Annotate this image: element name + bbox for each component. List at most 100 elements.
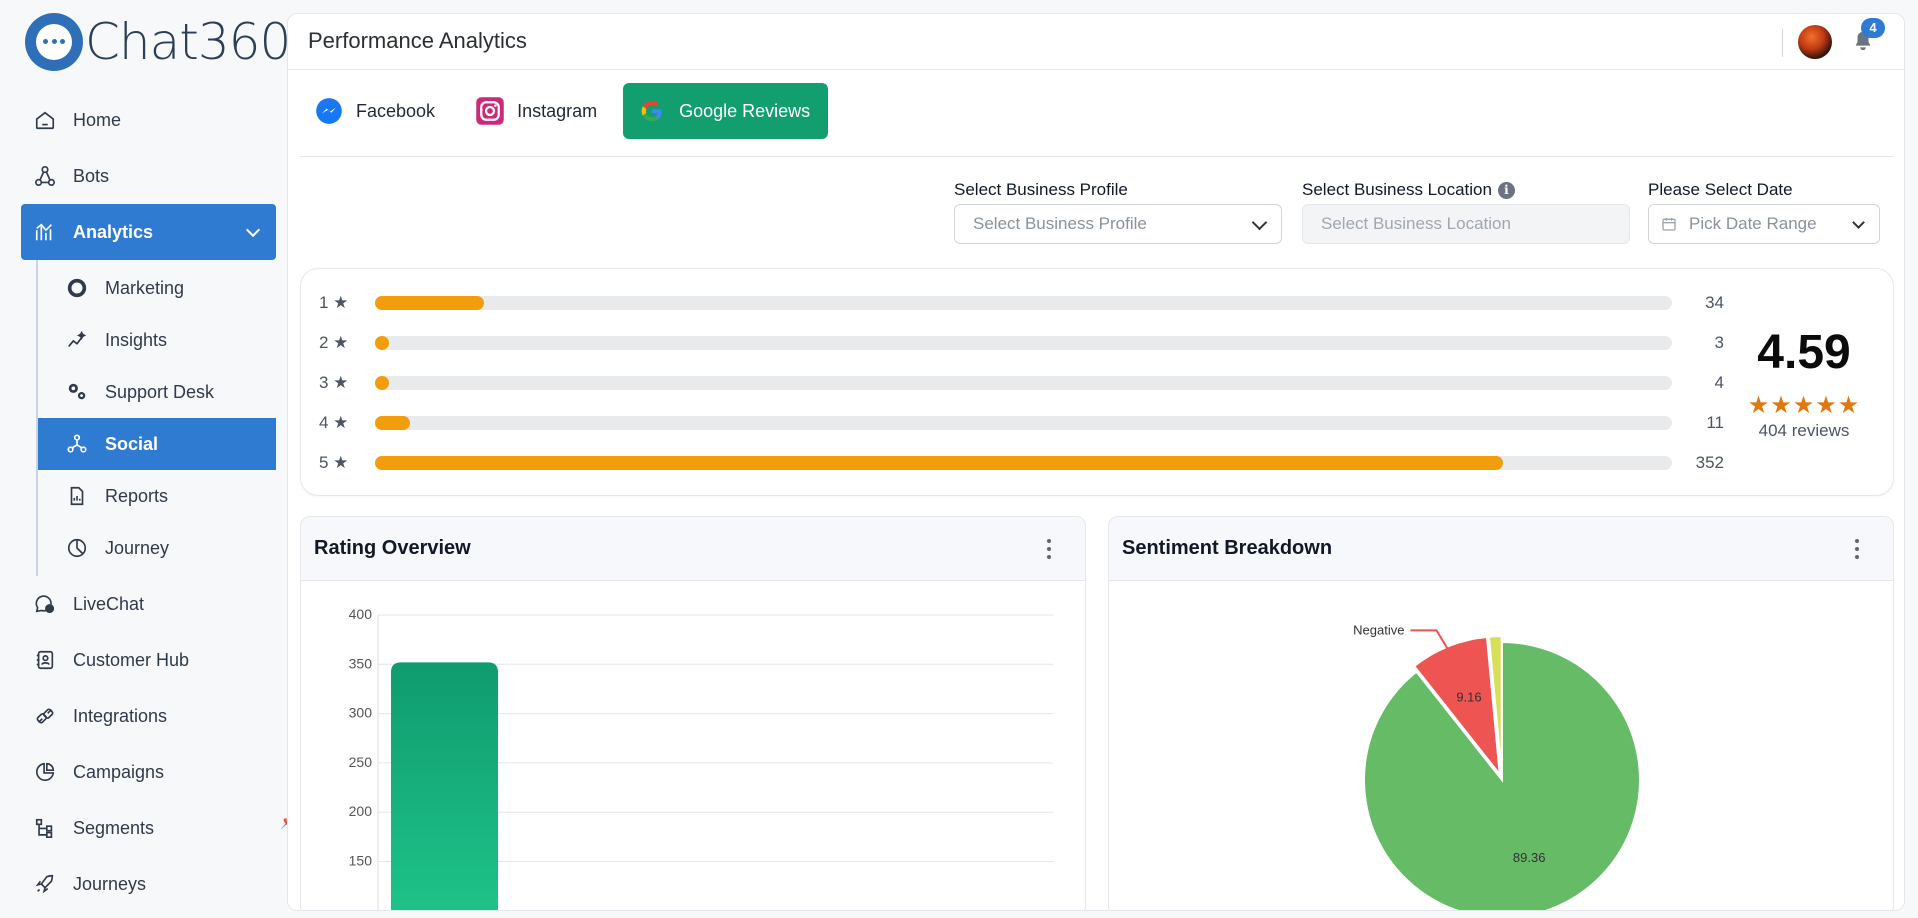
- analytics-icon: [35, 223, 53, 241]
- rating-progress-fill: [375, 456, 1503, 470]
- sidebar-item-reports[interactable]: Reports: [38, 470, 276, 522]
- card-header: Sentiment Breakdown: [1109, 517, 1893, 581]
- filter-label: Please Select Date: [1648, 180, 1793, 199]
- rating-progress-track: [375, 336, 1672, 350]
- sidebar-item-analytics[interactable]: Analytics: [21, 204, 276, 260]
- instagram-icon: [475, 96, 505, 126]
- sentiment-breakdown-card: Sentiment Breakdown 89.36 9.16 Negative: [1108, 516, 1894, 910]
- chevron-down-icon: [1852, 216, 1865, 229]
- google-icon: [637, 96, 667, 126]
- sidebar-item-label: Insights: [105, 329, 168, 350]
- review-count: 404 reviews: [1758, 421, 1850, 440]
- y-tick-label: 300: [349, 705, 373, 721]
- channel-tabs: Facebook Instagram Google Reviews: [300, 82, 829, 140]
- tab-instagram[interactable]: Instagram: [461, 83, 615, 139]
- brand-name: Chat360: [85, 13, 291, 71]
- card-title: Sentiment Breakdown: [1122, 537, 1333, 559]
- logo[interactable]: Chat360: [25, 12, 291, 72]
- rating-row: 5 ★ 352: [319, 451, 1724, 475]
- sidebar-item-label: Home: [73, 109, 122, 130]
- tab-label: Facebook: [356, 100, 436, 121]
- filter-label: Select Business Location i: [1302, 178, 1630, 202]
- sidebar-item-livechat[interactable]: LiveChat: [21, 576, 276, 632]
- business-profile-select[interactable]: Select Business Profile: [954, 204, 1282, 244]
- sidebar: Chat360 Home Bots Analytics Marketing In…: [0, 0, 297, 918]
- notification-badge: 4: [1861, 18, 1885, 38]
- insights-icon: [68, 330, 87, 347]
- sidebar-item-label: Bots: [73, 165, 110, 186]
- sidebar-item-journeys[interactable]: Journeys: [21, 856, 276, 912]
- rating-progress-track: [375, 376, 1672, 390]
- sidebar-item-label: Marketing: [105, 277, 185, 298]
- sidebar-item-journey[interactable]: Journey: [38, 522, 276, 574]
- sidebar-item-integrations[interactable]: Integrations: [21, 688, 276, 744]
- sidebar-item-label: Social: [105, 433, 159, 454]
- rating-row-label: 3 ★: [319, 373, 349, 392]
- sidebar-item-home[interactable]: Home: [21, 92, 276, 148]
- date-placeholder: Pick Date Range: [1689, 214, 1817, 233]
- rating-row-count: 4: [1714, 373, 1724, 392]
- rating-progress-fill: [375, 376, 389, 390]
- sidebar-item-customer-hub[interactable]: Customer Hub: [21, 632, 276, 688]
- top-bar: Performance Analytics 4: [288, 14, 1904, 70]
- sidebar-item-bots[interactable]: Bots: [21, 148, 276, 204]
- rating-row: 1 ★ 34: [319, 291, 1724, 315]
- tab-label: Instagram: [517, 100, 598, 121]
- y-tick-label: 400: [349, 606, 373, 622]
- sidebar-item-insights[interactable]: Insights: [38, 314, 276, 366]
- customer-hub-icon: [36, 650, 54, 670]
- y-tick-label: 350: [349, 655, 373, 671]
- rating-row-label: 4 ★: [319, 413, 349, 432]
- livechat-icon: [35, 595, 55, 614]
- social-icon: [67, 434, 87, 453]
- sidebar-item-label: Reports: [105, 485, 169, 506]
- bar-5: [391, 662, 498, 910]
- sidebar-item-label: Segments: [73, 817, 155, 838]
- info-icon[interactable]: i: [1497, 181, 1515, 199]
- sidebar-item-segments[interactable]: Segments: [21, 800, 276, 856]
- sidebar-item-label: Integrations: [73, 705, 168, 726]
- home-icon: [35, 111, 55, 130]
- campaigns-icon: [35, 762, 55, 782]
- main-nav: Home Bots Analytics Marketing Insights S…: [21, 92, 276, 912]
- filter-label: Select Business Profile: [954, 180, 1128, 199]
- main-panel: Performance Analytics 4 Facebook Instagr…: [287, 13, 1905, 911]
- rating-row-count: 352: [1695, 453, 1724, 472]
- rating-progress-track: [375, 416, 1672, 430]
- rating-row-label: 2 ★: [319, 333, 349, 352]
- sidebar-item-social[interactable]: Social: [38, 418, 276, 470]
- kebab-menu-icon[interactable]: [1855, 539, 1859, 559]
- card-header: Rating Overview: [301, 517, 1085, 581]
- rating-progress-fill: [375, 416, 410, 430]
- integrations-icon: [36, 708, 54, 724]
- rating-progress-track: [375, 296, 1672, 310]
- pie-value-label: 9.16: [1456, 690, 1481, 705]
- pie-value-label: 89.36: [1513, 850, 1546, 865]
- pie-annotation-label: Negative: [1353, 622, 1404, 637]
- calendar-icon: [1662, 218, 1676, 231]
- tab-google-reviews[interactable]: Google Reviews: [623, 83, 829, 139]
- select-placeholder: Select Business Location: [1321, 214, 1511, 233]
- rating-progress-fill: [375, 296, 484, 310]
- kebab-menu-icon[interactable]: [1047, 539, 1051, 559]
- select-placeholder: Select Business Profile: [973, 214, 1147, 233]
- date-range-picker[interactable]: Pick Date Range: [1648, 204, 1880, 244]
- sidebar-item-label: Journeys: [73, 873, 147, 894]
- sidebar-item-support-desk[interactable]: Support Desk: [38, 366, 276, 418]
- sentiment-pie-chart: 89.36 9.16 Negative: [1353, 622, 1641, 910]
- business-location-filter: Select Business Location i Select Busine…: [1302, 178, 1630, 244]
- tab-facebook[interactable]: Facebook: [300, 83, 453, 139]
- sidebar-item-campaigns[interactable]: Campaigns: [21, 744, 276, 800]
- journeys-icon: [35, 874, 54, 894]
- rating-distribution-card: 1 ★ 34 2 ★ 3 3 ★ 4 4 ★ 11 5 ★ 352 4.59 ★★★★★ 404 …: [300, 268, 1894, 496]
- sidebar-item-label: Journey: [105, 537, 170, 558]
- sidebar-item-label: Campaigns: [73, 761, 165, 782]
- business-location-select[interactable]: Select Business Location: [1302, 204, 1630, 244]
- analytics-subnav: Marketing Insights Support Desk Social R…: [36, 260, 276, 576]
- average-rating: 4.59: [1757, 326, 1851, 379]
- y-tick-label: 150: [349, 853, 373, 869]
- sidebar-item-marketing[interactable]: Marketing: [38, 262, 276, 314]
- avatar[interactable]: [1798, 25, 1832, 59]
- y-tick-label: 250: [349, 754, 373, 770]
- rating-overview-card: Rating Overview 400 350 300 250 200 150: [300, 516, 1086, 910]
